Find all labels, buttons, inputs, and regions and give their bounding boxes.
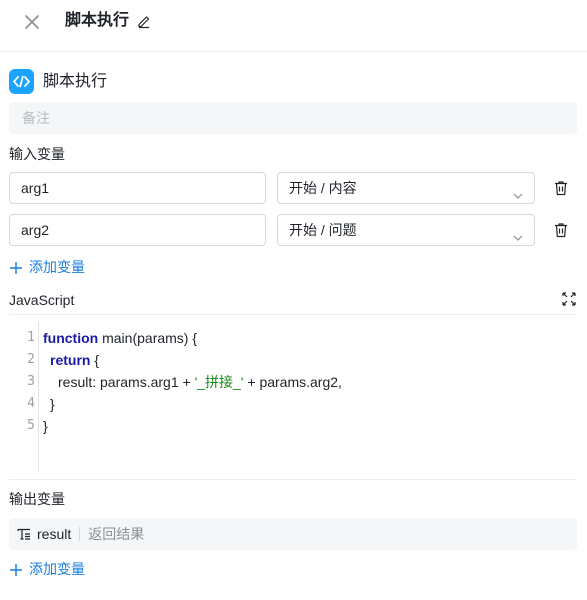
code-line: result: params.arg1 + '_拼接_' + params.ar… [58,371,342,393]
code-language-label: JavaScript [9,292,75,308]
output-variable-row[interactable]: result 返回结果 [9,518,577,550]
plus-icon [9,260,23,274]
output-variable-name: result [37,526,72,542]
plus-icon [9,562,23,576]
line-number: 4 [27,396,35,411]
node-title: 脚本执行 [43,73,108,90]
input-variable-source-select[interactable]: 开始 / 问题 [277,214,535,246]
code-text: { [90,352,100,368]
expand-icon[interactable] [562,292,576,306]
edit-title-icon[interactable] [136,13,152,29]
input-variable-source-select[interactable]: 开始 / 内容 [277,172,535,204]
code-text: + params.arg2, [243,374,342,390]
output-variables-label: 输出变量 [9,491,65,507]
add-input-variable-label: 添加变量 [29,259,85,275]
code-line: function main(params) { [43,327,197,349]
input-variables-label: 输入变量 [9,146,65,162]
code-text: } [43,418,48,434]
gutter-divider [38,322,39,472]
input-variable-name-field[interactable]: arg2 [9,214,266,246]
add-output-variable-button[interactable]: 添加变量 [9,559,85,579]
divider [79,527,81,541]
delete-variable-icon[interactable] [554,180,568,196]
text-type-icon [17,527,31,541]
code-text: result: params.arg1 + [58,374,195,390]
input-variable-name-field[interactable]: arg1 [9,172,266,204]
line-number: 1 [27,330,35,345]
code-line: return { [50,349,99,371]
delete-variable-icon[interactable] [554,222,568,238]
input-variable-source-value: 开始 / 问题 [289,222,357,238]
close-icon[interactable] [22,12,42,32]
line-number: 3 [27,374,35,389]
code-editor[interactable]: 1 function main(params) { 2 return { 3 r… [9,322,577,472]
code-text: } [50,396,55,412]
divider [9,314,577,315]
code-string: '_拼接_' [194,374,244,390]
code-keyword: function [43,330,99,346]
chevron-down-icon [512,182,524,199]
line-number: 5 [27,418,35,433]
panel-header: 脚本执行 [0,0,587,52]
remark-input[interactable] [9,102,577,134]
add-input-variable-button[interactable]: 添加变量 [9,257,85,277]
code-node-icon [9,69,34,94]
add-output-variable-label: 添加变量 [29,561,85,577]
chevron-down-icon [512,224,524,241]
code-text: main(params) { [98,330,198,346]
input-variable-source-value: 开始 / 内容 [289,180,357,196]
divider [9,479,577,480]
code-keyword: return [50,352,91,368]
code-line: } [50,393,55,415]
code-line: } [43,415,48,437]
output-variable-description: 返回结果 [88,526,145,542]
panel-title: 脚本执行 [65,12,130,29]
line-number: 2 [27,352,35,367]
